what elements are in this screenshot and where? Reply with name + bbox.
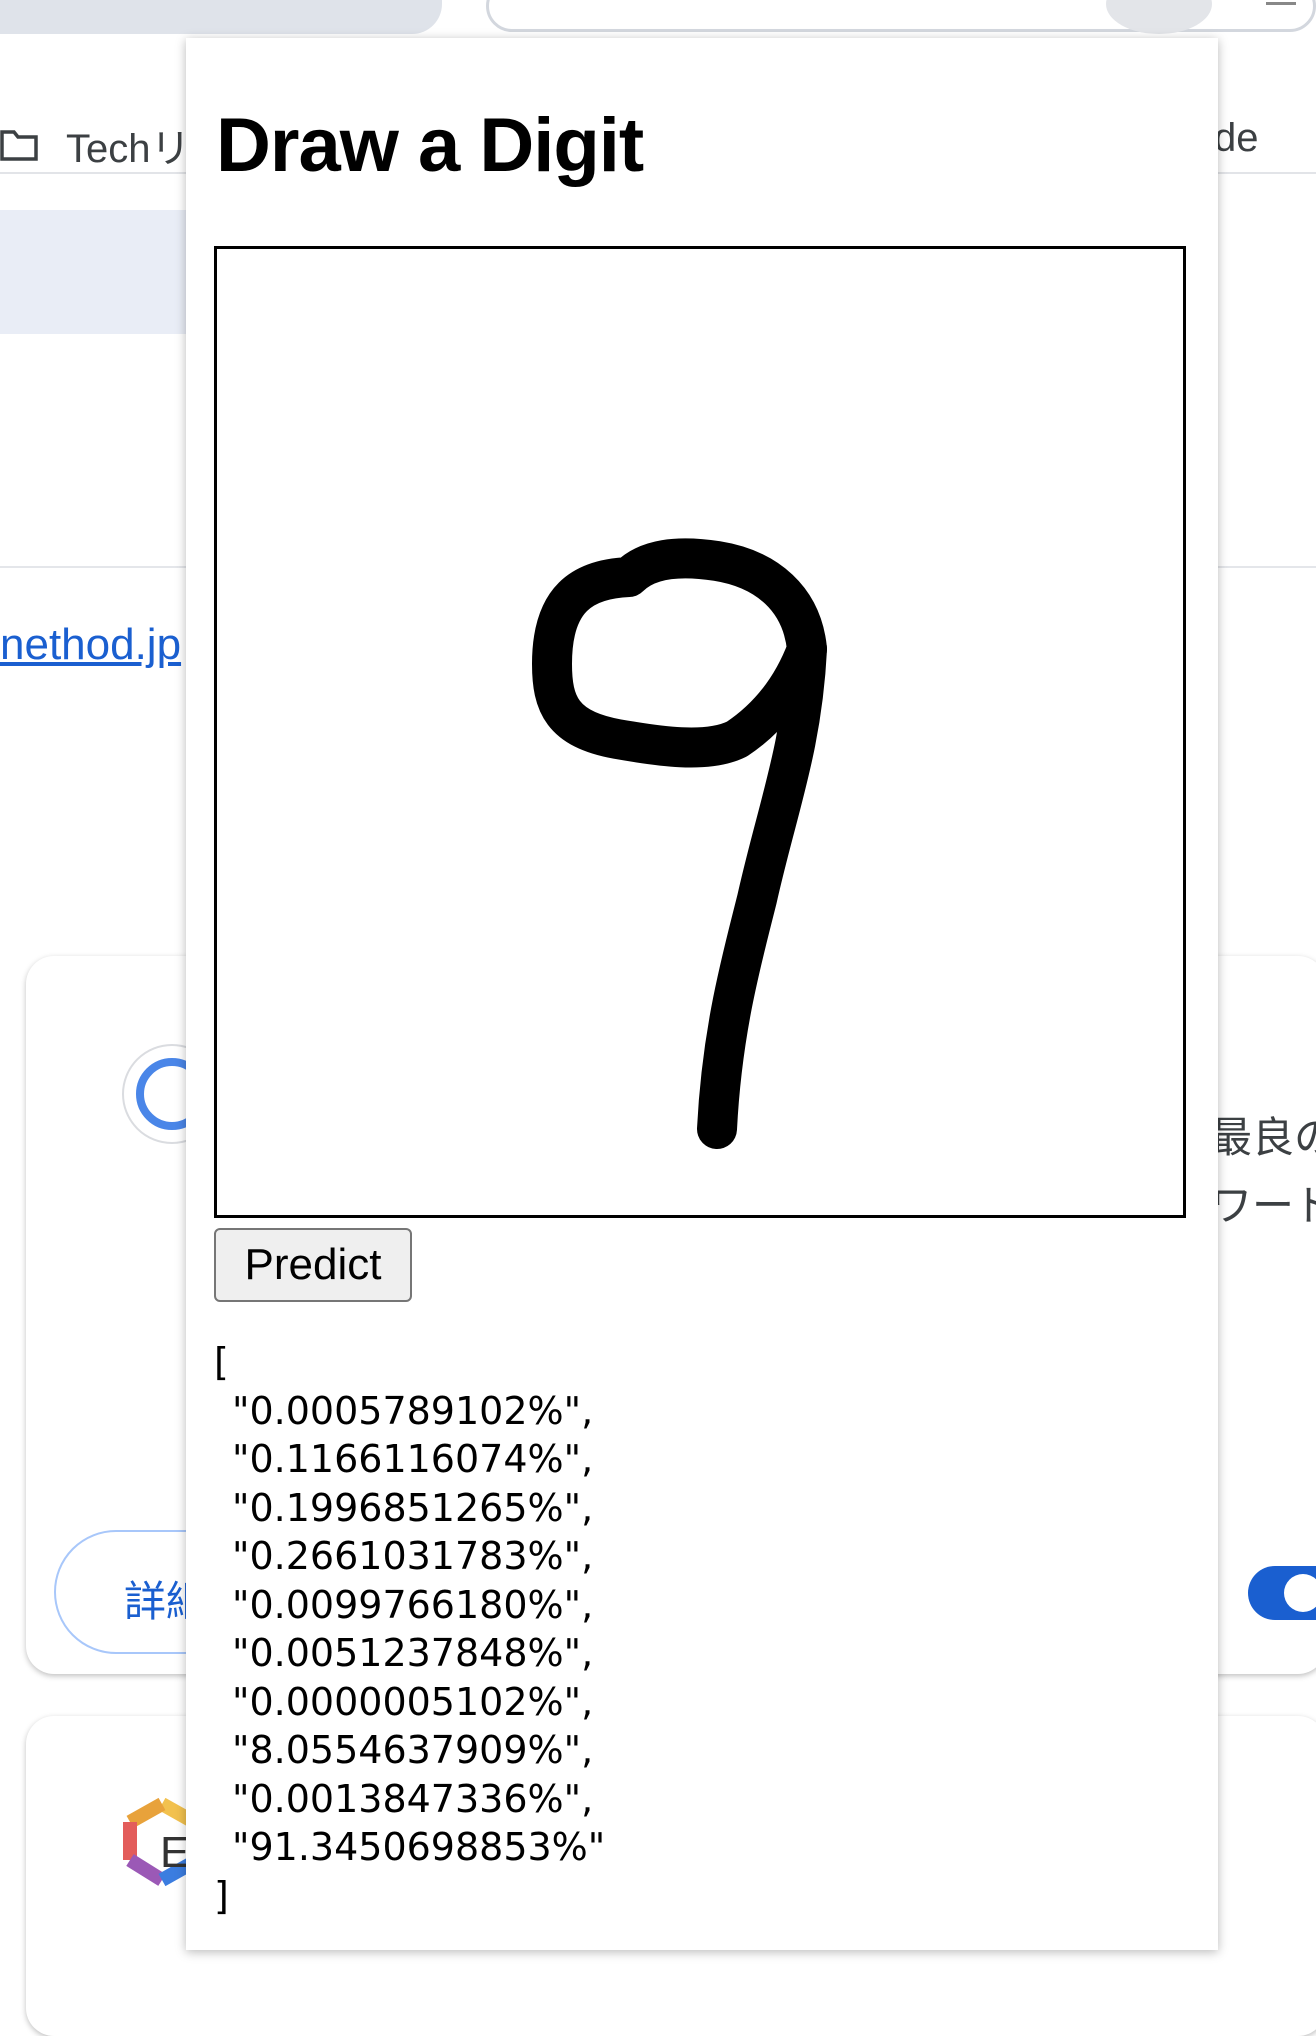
folder-icon <box>0 130 38 161</box>
bookmark-item-label[interactable]: de <box>1214 116 1259 161</box>
prediction-line: "0.1996851265%", <box>232 1485 594 1530</box>
card-title-fragment: E <box>160 1828 190 1877</box>
prediction-line: "0.0000005102%", <box>232 1679 594 1724</box>
page-link[interactable]: nethod.jp <box>0 620 181 670</box>
prediction-line: "0.0099766180%", <box>232 1582 594 1627</box>
card-description-line-1: 最良の <box>1210 1114 1316 1161</box>
prediction-line: "8.0554637909%", <box>232 1728 594 1772</box>
predict-button[interactable]: Predict <box>214 1228 412 1302</box>
page-banner <box>0 210 186 334</box>
prediction-line: "0.1166116074%", <box>232 1437 594 1481</box>
prediction-line: "0.0013847336%", <box>232 1776 594 1821</box>
drawing-canvas[interactable] <box>214 246 1186 1218</box>
prediction-line: "91.3450698853%" <box>232 1825 606 1869</box>
browser-menu-icon[interactable] <box>1266 2 1296 5</box>
drawn-digit <box>532 538 827 1149</box>
browser-tab[interactable] <box>0 0 442 34</box>
extension-popup: Draw a Digit Predict [ "0.0005789102%", … <box>186 38 1218 1950</box>
bookmark-folder-label[interactable]: Techリ <box>66 116 191 174</box>
output-close-bracket: ] <box>214 1873 229 1918</box>
page-title: Draw a Digit <box>216 103 644 188</box>
prediction-line: "0.0051237848%", <box>232 1631 594 1675</box>
card-description-line-2: ワード <box>1210 1182 1316 1229</box>
output-open-bracket: [ <box>214 1340 229 1384</box>
prediction-line: "0.0005789102%", <box>232 1388 594 1433</box>
prediction-line: "0.2661031783%", <box>232 1534 594 1578</box>
extension-enable-toggle[interactable] <box>1248 1566 1316 1620</box>
browser-top-bar <box>0 0 1316 40</box>
prediction-output: [ "0.0005789102%", "0.1166116074%", "0.1… <box>214 1338 605 1920</box>
